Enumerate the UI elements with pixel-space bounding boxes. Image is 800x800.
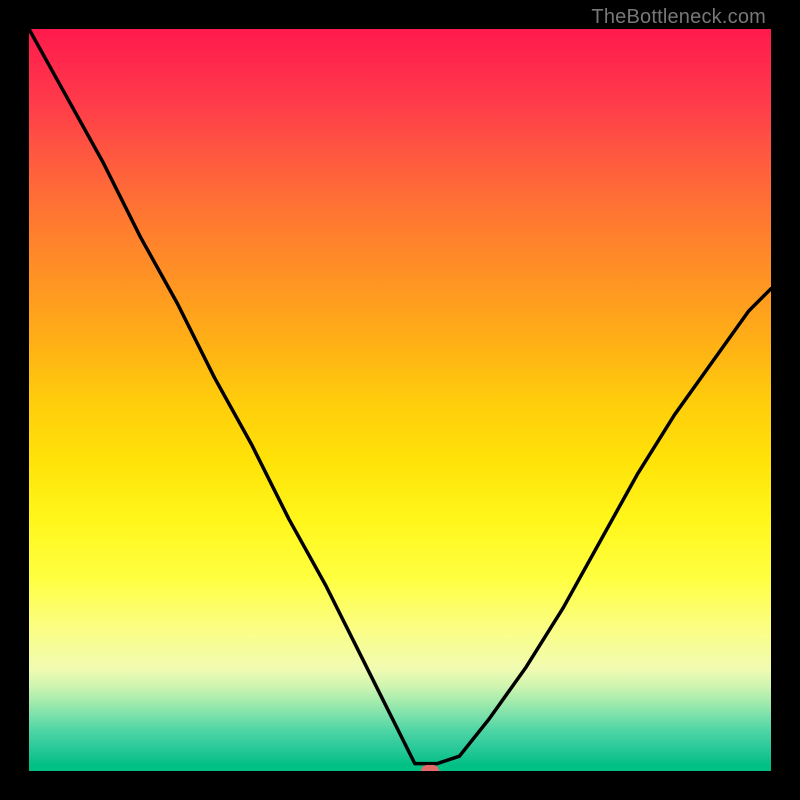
optimum-marker-icon	[421, 765, 439, 771]
plot-area	[29, 29, 771, 771]
watermark-label: TheBottleneck.com	[591, 6, 766, 29]
chart-stage: TheBottleneck.com	[0, 0, 800, 800]
bottleneck-curve	[29, 29, 771, 771]
